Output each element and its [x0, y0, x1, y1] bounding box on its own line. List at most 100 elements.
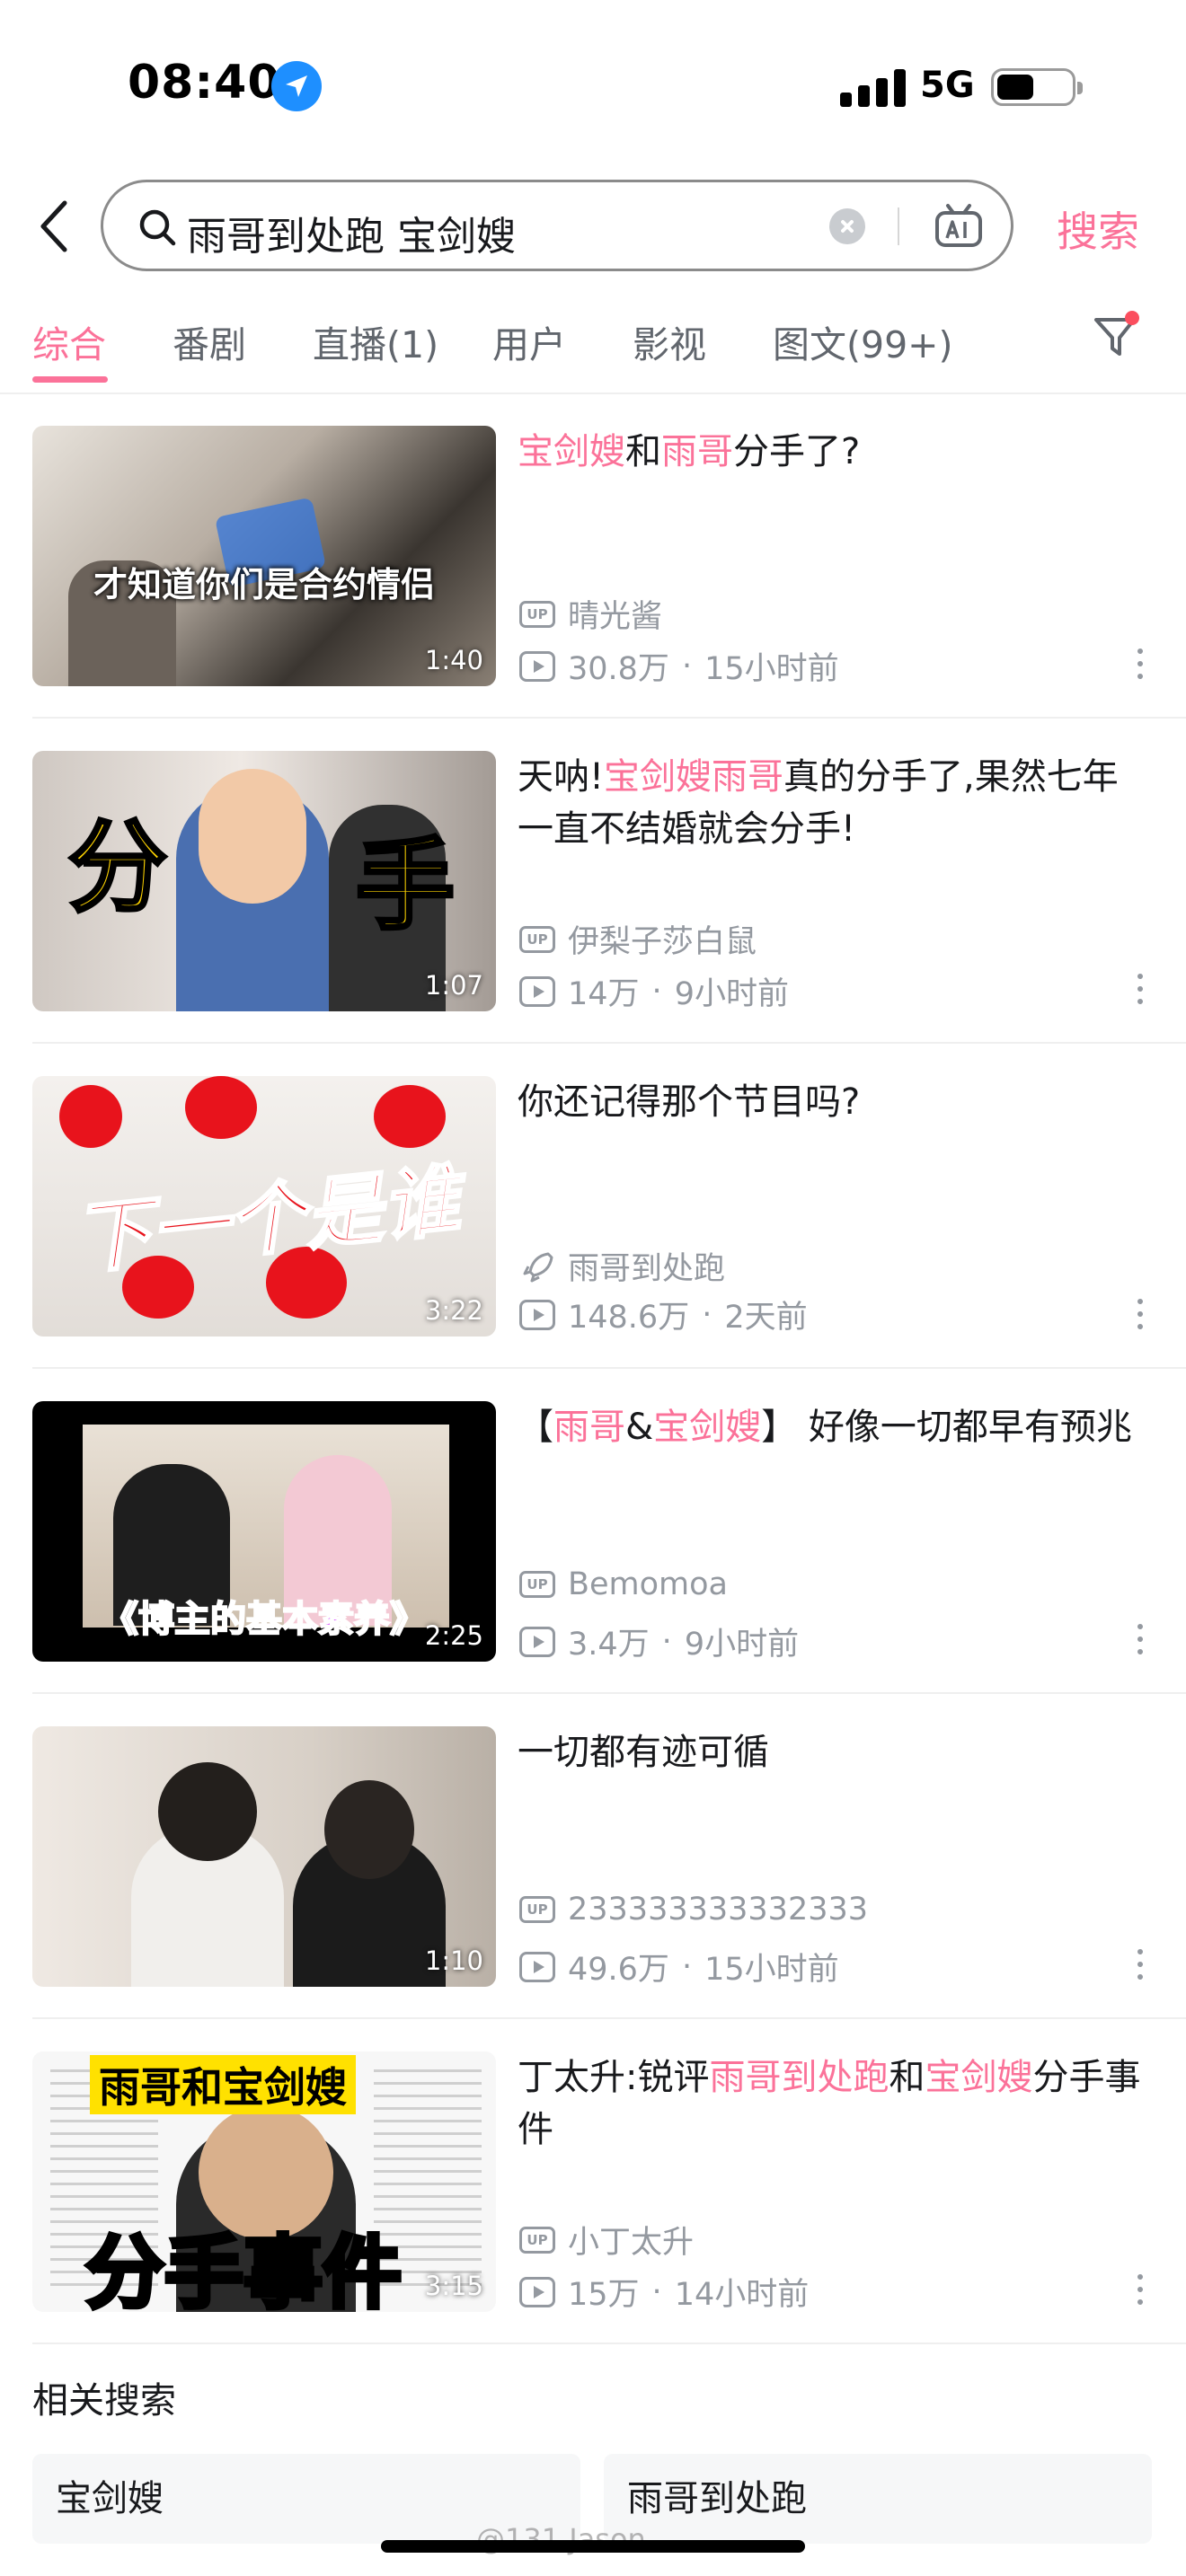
- video-views: 3.4万: [568, 1627, 650, 1663]
- up-badge-icon: UP: [519, 1896, 555, 1923]
- video-stats-row: 14万 · 9小时前: [519, 968, 789, 1014]
- up-badge-icon: UP: [519, 600, 555, 628]
- title-keyword-highlight: 宝剑嫂雨哥: [604, 756, 784, 798]
- title-text: 分手了?: [733, 431, 861, 472]
- video-author[interactable]: 晴光酱: [568, 591, 662, 637]
- video-duration: 1:07: [424, 970, 483, 1001]
- more-options-icon[interactable]: [1137, 974, 1145, 1010]
- title-keyword-highlight: 雨哥到处跑: [709, 2057, 890, 2098]
- video-title[interactable]: 【雨哥&宝剑嫂】 好像一切都早有预兆: [518, 1401, 1146, 1453]
- title-text: 【: [518, 1407, 553, 1448]
- rocket-icon: [519, 1248, 555, 1284]
- title-text: 和: [889, 2057, 925, 2098]
- video-author[interactable]: 伊梨子莎白鼠: [568, 916, 757, 962]
- video-thumbnail[interactable]: 才知道你们是合约情侣 1:40: [32, 426, 496, 686]
- video-author-row[interactable]: 雨哥到处跑: [519, 1243, 725, 1289]
- video-views: 15万: [568, 2277, 640, 2313]
- video-time: 14小时前: [674, 2277, 810, 2313]
- video-author-row[interactable]: UP Bemomoa: [519, 1566, 728, 1602]
- video-duration: 3:15: [424, 2271, 483, 2301]
- tab-live[interactable]: 直播(1): [313, 314, 438, 368]
- search-query[interactable]: 雨哥到处跑 宝剑嫂: [187, 204, 516, 261]
- play-count-icon: [519, 1626, 555, 1657]
- category-tabs: 综合 番剧 直播(1) 用户 影视 图文(99+): [0, 305, 1186, 392]
- title-text: 天呐!: [518, 756, 605, 798]
- status-bar: 08:40 5G: [0, 0, 1186, 171]
- title-keyword-highlight: 雨哥: [553, 1407, 625, 1448]
- tab-bangumi[interactable]: 番剧: [173, 314, 246, 368]
- thumb-head: [324, 1780, 414, 1879]
- video-card[interactable]: 雨哥和宝剑嫂 分手事件 3:15 丁太升:锐评雨哥到处跑和宝剑嫂分手事件 UP …: [0, 2019, 1186, 2344]
- thumbnail-caption-top: 雨哥和宝剑嫂: [90, 2055, 356, 2114]
- tab-articles[interactable]: 图文(99+): [773, 314, 953, 368]
- up-badge-icon: UP: [519, 2226, 555, 2254]
- video-time: 9小时前: [674, 976, 789, 1012]
- network-type: 5G: [920, 65, 975, 106]
- video-time: 15小时前: [704, 651, 839, 687]
- divider: [898, 207, 899, 245]
- title-keyword-highlight: 宝剑嫂: [653, 1407, 762, 1448]
- status-time: 08:40: [128, 56, 281, 110]
- video-thumbnail[interactable]: 下一个是谁 3:22: [32, 1076, 496, 1337]
- ai-assistant-icon[interactable]: [934, 202, 984, 251]
- home-indicator[interactable]: [381, 2540, 805, 2553]
- title-text: 你还记得那个节目吗?: [518, 1081, 861, 1123]
- filter-badge-dot: [1125, 311, 1139, 325]
- video-author[interactable]: 小丁太升: [568, 2217, 694, 2263]
- search-button[interactable]: 搜索: [1057, 199, 1139, 259]
- video-views: 49.6万: [568, 1952, 669, 1988]
- video-time: 9小时前: [684, 1627, 800, 1663]
- video-card[interactable]: 分 手 1:07 天呐!宝剑嫂雨哥真的分手了,果然七年一直不结婚就会分手! UP…: [0, 719, 1186, 1044]
- thumb-figure: [59, 1085, 122, 1148]
- more-options-icon[interactable]: [1137, 648, 1145, 684]
- video-author-row[interactable]: UP 233333333332333: [519, 1892, 868, 1928]
- video-title[interactable]: 你还记得那个节目吗?: [518, 1076, 1146, 1128]
- title-keyword-highlight: 宝剑嫂: [925, 2057, 1033, 2098]
- active-tab-indicator: [32, 376, 108, 383]
- video-thumbnail[interactable]: 《博主的基本素养》 2:25: [32, 1401, 496, 1662]
- more-options-icon[interactable]: [1137, 1949, 1145, 1985]
- video-title[interactable]: 宝剑嫂和雨哥分手了?: [518, 426, 1146, 478]
- video-thumbnail[interactable]: 雨哥和宝剑嫂 分手事件 3:15: [32, 2051, 496, 2312]
- video-author[interactable]: Bemomoa: [568, 1566, 728, 1602]
- video-title[interactable]: 一切都有迹可循: [518, 1726, 1146, 1778]
- video-time: 15小时前: [704, 1952, 839, 1988]
- video-stats-row: 148.6万 · 2天前: [519, 1292, 808, 1337]
- video-thumbnail[interactable]: 1:10: [32, 1726, 496, 1987]
- thumbnail-caption: 下一个是谁: [68, 1154, 465, 1286]
- more-options-icon[interactable]: [1137, 1624, 1145, 1660]
- video-title[interactable]: 丁太升:锐评雨哥到处跑和宝剑嫂分手事件: [518, 2051, 1146, 2156]
- video-views: 30.8万: [568, 651, 669, 687]
- play-count-icon: [519, 1299, 555, 1330]
- video-duration: 1:40: [424, 645, 483, 675]
- back-icon[interactable]: [36, 198, 72, 255]
- more-options-icon[interactable]: [1137, 2274, 1145, 2310]
- tab-users[interactable]: 用户: [492, 314, 566, 368]
- tab-film[interactable]: 影视: [633, 314, 706, 368]
- search-input[interactable]: 雨哥到处跑 宝剑嫂: [101, 180, 1013, 271]
- video-title[interactable]: 天呐!宝剑嫂雨哥真的分手了,果然七年一直不结婚就会分手!: [518, 751, 1146, 855]
- video-author[interactable]: 雨哥到处跑: [568, 1243, 725, 1289]
- title-keyword-highlight: 宝剑嫂: [518, 431, 625, 472]
- video-card[interactable]: 《博主的基本素养》 2:25 【雨哥&宝剑嫂】 好像一切都早有预兆 UP Bem…: [0, 1369, 1186, 1694]
- video-time: 2天前: [724, 1300, 808, 1336]
- tab-all[interactable]: 综合: [32, 314, 106, 368]
- video-author[interactable]: 233333333332333: [568, 1892, 868, 1928]
- title-keyword-highlight: 雨哥: [661, 431, 733, 472]
- video-author-row[interactable]: UP 晴光酱: [519, 591, 662, 637]
- title-text: 】 好像一切都早有预兆: [761, 1407, 1132, 1448]
- clear-icon[interactable]: [829, 208, 865, 244]
- search-icon: [137, 207, 177, 251]
- video-card[interactable]: 1:10 一切都有迹可循 UP 233333333332333 49.6万 · …: [0, 1694, 1186, 2019]
- video-author-row[interactable]: UP 小丁太升: [519, 2217, 694, 2263]
- video-card[interactable]: 才知道你们是合约情侣 1:40 宝剑嫂和雨哥分手了? UP 晴光酱 30.8万 …: [0, 393, 1186, 719]
- video-card[interactable]: 下一个是谁 3:22 你还记得那个节目吗? 雨哥到处跑 148.6万 · 2天前: [0, 1044, 1186, 1369]
- video-author-row[interactable]: UP 伊梨子莎白鼠: [519, 916, 757, 962]
- video-views: 148.6万: [568, 1300, 690, 1336]
- thumbnail-caption-bottom: 分手事件: [83, 2225, 403, 2313]
- video-thumbnail[interactable]: 分 手 1:07: [32, 751, 496, 1011]
- play-count-icon: [519, 2276, 555, 2307]
- related-search-heading: 相关搜索: [32, 2380, 176, 2422]
- more-options-icon[interactable]: [1137, 1299, 1145, 1335]
- related-search-item[interactable]: 雨哥到处跑: [604, 2454, 1152, 2544]
